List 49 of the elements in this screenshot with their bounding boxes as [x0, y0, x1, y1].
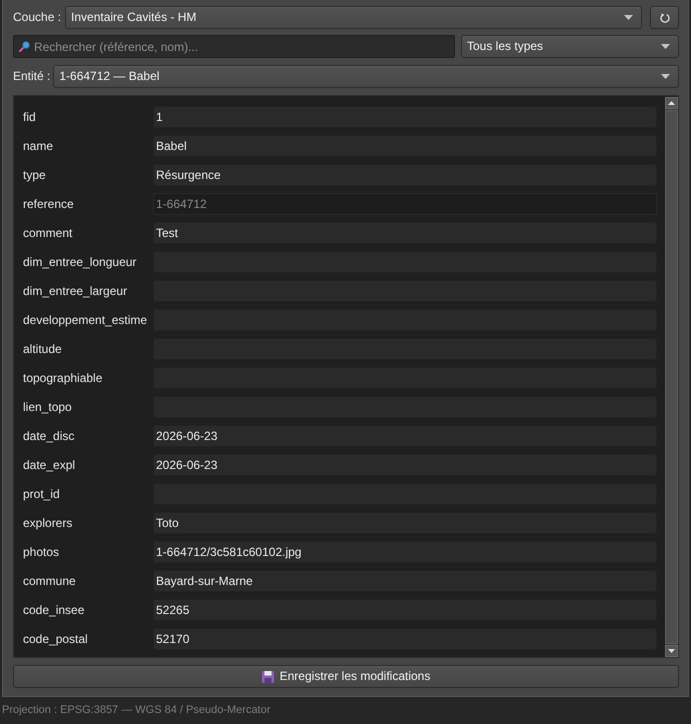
field-label: code_insee: [23, 602, 86, 618]
value-field[interactable]: 1: [153, 106, 657, 128]
layer-dropdown[interactable]: Inventaire Cavités - HM: [65, 6, 642, 29]
field-label: dim_entree_longueur: [23, 254, 138, 270]
field-label: name: [23, 138, 54, 154]
value-field[interactable]: 52265: [153, 599, 657, 621]
field-label: code_postal: [23, 632, 89, 646]
value-field[interactable]: Test: [153, 222, 657, 244]
field-label: altitude: [23, 342, 63, 356]
save-button[interactable]: Enregistrer les modifications: [13, 665, 679, 688]
field-label: commune: [23, 574, 77, 588]
refresh-icon: [660, 12, 670, 22]
field-label: date_disc: [23, 428, 76, 444]
type-filter-dropdown[interactable]: Tous les types: [461, 35, 679, 58]
value-field[interactable]: 2026-06-23: [153, 454, 657, 476]
caret-down-icon: [624, 15, 633, 20]
value-field[interactable]: Bayard-sur-Marne: [153, 570, 657, 592]
field-label: topographiable: [23, 370, 104, 386]
caret-up-icon: [668, 101, 675, 105]
value-field[interactable]: 52170: [153, 628, 657, 650]
scroll-up-button[interactable]: [665, 97, 678, 109]
caret-down-icon: [661, 44, 670, 49]
field-label: prot_id: [23, 486, 61, 502]
field-label: lien_topo: [23, 400, 73, 414]
projection-text: Projection : EPSG:3857 — WGS 84 / Pseudo-Mercator: [2, 704, 270, 718]
scroll-down-button[interactable]: [665, 645, 678, 657]
value-field[interactable]: 1-664712/3c581c60102.jpg: [153, 541, 657, 563]
refresh-button[interactable]: [650, 6, 679, 29]
field-label: fid: [23, 110, 37, 124]
value-field[interactable]: 1-664712: [153, 193, 657, 215]
value-field[interactable]: Toto: [153, 512, 657, 534]
entity-dropdown[interactable]: 1-664712 — Babel: [53, 65, 679, 88]
caret-down-icon: [661, 74, 670, 79]
field-label: comment: [23, 226, 74, 240]
value-field[interactable]: Babel: [153, 135, 657, 157]
layer-label: Couche :: [13, 10, 62, 25]
value-field[interactable]: Résurgence: [153, 164, 657, 186]
value-field[interactable]: 2026-06-23: [153, 425, 657, 447]
search-field[interactable]: Rechercher (référence, nom)...: [13, 35, 455, 58]
field-label: type: [23, 168, 47, 182]
field-label: date_expl: [23, 458, 76, 472]
field-label: developpement_estime: [23, 312, 148, 328]
field-label: explorers: [23, 516, 74, 530]
field-label: dim_entree_largeur: [23, 284, 128, 298]
search-icon: [19, 41, 30, 52]
entity-label: Entité :: [13, 69, 50, 84]
caret-down-icon: [668, 649, 675, 653]
field-label: photos: [23, 544, 60, 560]
field-label: reference: [23, 196, 75, 212]
